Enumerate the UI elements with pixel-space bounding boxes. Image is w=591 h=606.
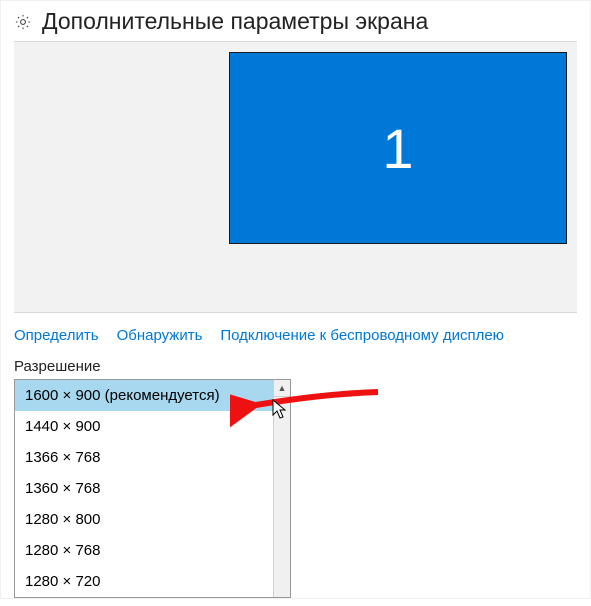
identify-link[interactable]: Определить <box>14 327 99 344</box>
resolution-dropdown[interactable]: 1600 × 900 (рекомендуется) 1440 × 900 13… <box>14 379 291 598</box>
resolution-options-list: 1600 × 900 (рекомендуется) 1440 × 900 13… <box>14 379 291 598</box>
resolution-option[interactable]: 1280 × 800 <box>15 504 290 535</box>
scroll-up-icon[interactable]: ▲ <box>274 380 290 397</box>
detect-link[interactable]: Обнаружить <box>117 327 203 344</box>
monitor-number: 1 <box>382 116 413 181</box>
resolution-option[interactable]: 1280 × 720 <box>15 566 290 597</box>
dropdown-scrollbar[interactable]: ▲ <box>273 380 290 597</box>
resolution-label: Разрешение <box>14 358 577 375</box>
display-preview-area: 1 <box>14 41 577 313</box>
wireless-display-link[interactable]: Подключение к беспроводному дисплею <box>220 327 504 344</box>
resolution-option[interactable]: 1280 × 768 <box>15 535 290 566</box>
resolution-option[interactable]: 1440 × 900 <box>15 411 290 442</box>
page-title: Дополнительные параметры экрана <box>42 8 428 35</box>
gear-icon <box>14 13 32 31</box>
monitor-tile-1[interactable]: 1 <box>229 52 567 244</box>
title-row: Дополнительные параметры экрана <box>14 8 577 35</box>
resolution-option[interactable]: 1600 × 900 (рекомендуется) <box>15 380 290 411</box>
resolution-option[interactable]: 1366 × 768 <box>15 442 290 473</box>
resolution-option[interactable]: 1360 × 768 <box>15 473 290 504</box>
action-links: Определить Обнаружить Подключение к бесп… <box>14 327 577 358</box>
